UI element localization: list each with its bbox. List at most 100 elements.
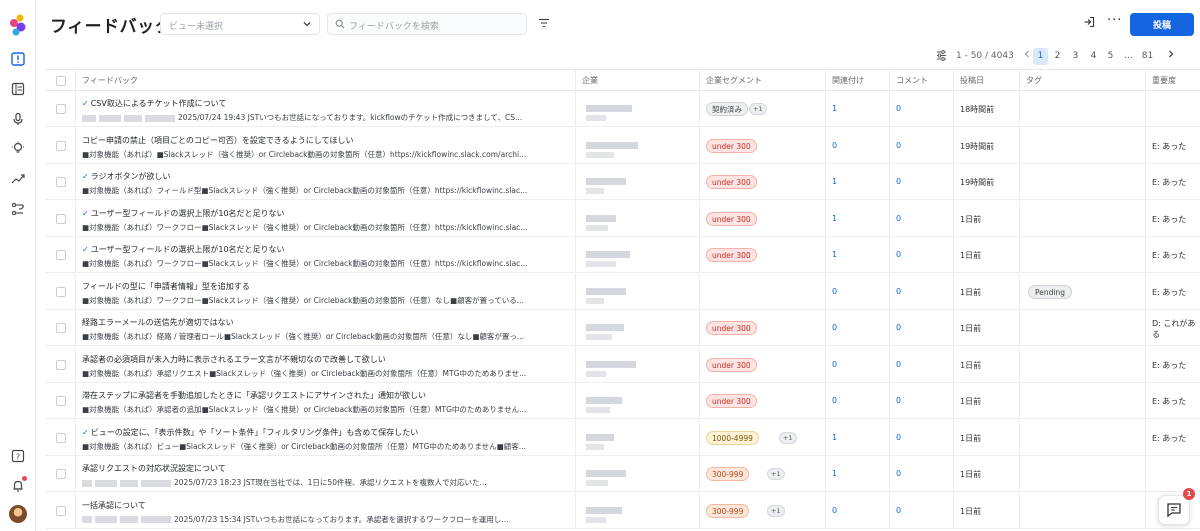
comments-cell[interactable]: 0 [889,492,953,529]
table-row[interactable]: ✓ ラジオボタンが欲しい ■対象機能（あれば）フィールド型■Slackスレッド（強… [46,164,1200,200]
importance-cell[interactable]: E: あった [1145,346,1200,383]
segment-cell[interactable]: under 300 [699,346,825,383]
user-avatar[interactable] [9,505,27,523]
tags-cell[interactable] [1019,310,1145,346]
links-cell[interactable]: 1 [825,91,889,127]
segment-cell[interactable]: under 300 [699,310,825,346]
column-header-segment[interactable]: 企業セグメント [699,70,825,92]
column-header-feedback[interactable]: フィードバック [75,70,575,92]
comments-cell[interactable]: 0 [889,237,953,273]
comments-cell[interactable]: 0 [889,456,953,492]
row-checkbox[interactable] [56,104,66,114]
comments-cell[interactable]: 0 [889,383,953,419]
links-cell[interactable]: 1 [825,419,889,456]
links-count[interactable]: 1 [832,104,837,113]
column-header-date[interactable]: 投稿日 [953,70,1019,92]
table-row[interactable]: ✓ ユーザー型フィールドの選択上限が10名だと足りない ■対象機能（あれば）ワーク… [46,200,1200,237]
links-cell[interactable]: 1 [825,200,889,237]
tags-cell[interactable] [1019,383,1145,419]
tags-cell[interactable] [1019,237,1145,273]
feedback-cell[interactable]: フィールドの型に「申請者情報」型を追加する ■対象機能（あれば）ワークフロー■S… [75,273,575,310]
links-cell[interactable]: 0 [825,492,889,529]
segment-cell[interactable]: under 300 [699,200,825,237]
filter-icon[interactable] [538,17,550,29]
links-count[interactable]: 0 [832,506,837,515]
row-checkbox[interactable] [56,359,66,370]
page-4-button[interactable]: 4 [1086,48,1101,65]
links-count[interactable]: 1 [832,250,837,259]
links-cell[interactable]: 0 [825,273,889,310]
trend-nav-icon[interactable] [9,170,27,188]
page-5-button[interactable]: 5 [1103,48,1118,65]
table-row[interactable]: ✓ ユーザー型フィールドの選択上限が10名だと足りない ■対象機能（あれば）ワーク… [46,237,1200,273]
table-row[interactable]: 承認者の必須項目が未入力時に表示されるエラー文言が不親切なので改善して欲しい ■… [46,346,1200,383]
comments-cell[interactable]: 0 [889,273,953,310]
importance-cell[interactable] [1145,91,1200,127]
tags-cell[interactable] [1019,456,1145,492]
segment-cell[interactable]: under 300 [699,127,825,164]
links-count[interactable]: 1 [832,214,837,223]
row-checkbox[interactable] [56,140,66,151]
row-checkbox[interactable] [56,505,66,516]
row-checkbox[interactable] [56,250,66,260]
post-button[interactable]: 投稿 [1130,13,1194,36]
links-count[interactable]: 0 [832,360,837,369]
segment-cell[interactable]: 1000-4999 +1 [699,419,825,456]
columns-settings-icon[interactable] [936,50,947,61]
company-cell[interactable] [575,273,699,310]
row-checkbox[interactable] [56,213,66,224]
page-1-button[interactable]: 1 [1033,48,1048,65]
tags-cell[interactable] [1019,200,1145,237]
comments-count[interactable]: 0 [896,469,901,478]
segment-more-badge[interactable]: +1 [767,468,785,480]
company-cell[interactable] [575,492,699,529]
comments-count[interactable]: 0 [896,177,901,186]
comments-cell[interactable]: 0 [889,164,953,200]
comments-cell[interactable]: 0 [889,419,953,456]
table-row[interactable]: 経路エラーメールの送信先が適切ではない ■対象機能（あれば）経路 / 管理者ロー… [46,310,1200,346]
prev-page-button[interactable] [1019,48,1034,65]
segment-cell[interactable]: under 300 [699,164,825,200]
tags-cell[interactable] [1019,164,1145,200]
column-header-company[interactable]: 企業 [575,70,699,92]
company-cell[interactable] [575,383,699,419]
segment-cell[interactable] [699,273,825,310]
links-count[interactable]: 0 [832,141,837,150]
row-checkbox[interactable] [56,396,66,406]
segment-more-badge[interactable]: +1 [779,431,797,444]
feedback-cell[interactable]: ✓ ユーザー型フィールドの選択上限が10名だと足りない ■対象機能（あれば）ワーク… [75,237,575,273]
table-row[interactable]: コピー申請の禁止（項目ごとのコピー可否）を設定できるようにしてほしい ■対象機能… [46,127,1200,164]
select-all-checkbox[interactable] [56,76,66,86]
company-cell[interactable] [575,456,699,492]
segment-cell[interactable]: 300-999 +1 [699,456,825,492]
comments-cell[interactable]: 0 [889,91,953,127]
microphone-nav-icon[interactable] [9,110,27,128]
links-count[interactable]: 1 [832,469,837,478]
importance-cell[interactable]: E: あった [1145,237,1200,273]
segment-more-badge[interactable]: +1 [749,103,767,115]
feedback-cell[interactable]: 承認者の必須項目が未入力時に表示されるエラー文言が不親切なので改善して欲しい ■… [75,346,575,383]
comments-count[interactable]: 0 [896,506,901,515]
more-options-button[interactable]: ··· [1107,13,1122,28]
tags-cell[interactable] [1019,419,1145,456]
company-cell[interactable] [575,237,699,273]
table-row[interactable]: 一括承認について 2025/07/23 15:34 JSTいつもお世話になってお… [46,492,1200,529]
company-cell[interactable] [575,91,699,127]
links-count[interactable]: 1 [832,177,837,186]
feedback-cell[interactable]: ✓ ラジオボタンが欲しい ■対象機能（あれば）フィールド型■Slackスレッド（強… [75,164,575,200]
page-2-button[interactable]: 2 [1050,48,1065,65]
tags-cell[interactable] [1019,492,1145,529]
comments-cell[interactable]: 0 [889,346,953,383]
feedback-cell[interactable]: コピー申請の禁止（項目ごとのコピー可否）を設定できるようにしてほしい ■対象機能… [75,127,575,164]
segment-more-badge[interactable]: +1 [767,504,785,517]
tags-cell[interactable]: Pending [1019,273,1145,310]
next-page-button[interactable] [1163,48,1178,65]
comments-count[interactable]: 0 [896,323,901,332]
page-3-button[interactable]: 3 [1068,48,1083,65]
feedback-cell[interactable]: 滞在ステップに承認者を手動追加したときに「承認リクエストにアサインされた」通知が… [75,383,575,419]
company-cell[interactable] [575,164,699,200]
row-checkbox[interactable] [56,286,66,297]
comments-count[interactable]: 0 [896,104,901,113]
row-checkbox[interactable] [56,432,66,443]
workflow-nav-icon[interactable] [9,200,27,218]
